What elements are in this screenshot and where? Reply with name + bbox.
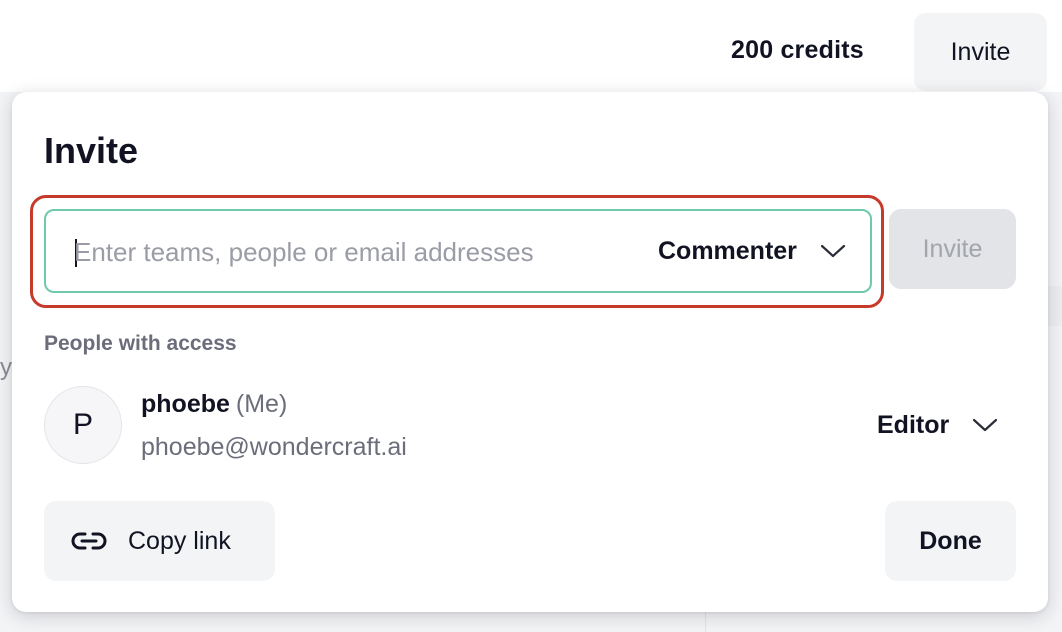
header-invite-button[interactable]: Invite xyxy=(914,13,1047,91)
copy-link-button[interactable]: Copy link xyxy=(44,501,275,581)
person-role-select[interactable]: Editor xyxy=(877,408,999,442)
chevron-down-icon xyxy=(973,418,998,432)
top-header: 200 credits Invite xyxy=(0,0,1062,92)
person-me-tag: (Me) xyxy=(235,390,288,418)
invite-role-select[interactable]: Commenter xyxy=(658,231,847,271)
invite-search-input[interactable] xyxy=(74,227,614,277)
background-divider xyxy=(705,612,706,632)
person-name: phoebe xyxy=(141,390,230,418)
person-role-selected: Editor xyxy=(877,410,950,439)
done-button[interactable]: Done xyxy=(885,501,1016,581)
app-page: 200 credits Invite y Invite Commenter In… xyxy=(0,0,1062,632)
copy-link-label: Copy link xyxy=(128,526,231,555)
avatar: P xyxy=(44,386,122,464)
invite-modal: Invite Commenter Invite People with acce… xyxy=(12,92,1048,612)
link-icon xyxy=(71,532,107,550)
background-panel-edge xyxy=(1048,286,1062,326)
background-text-fragment: y xyxy=(0,354,12,381)
chevron-down-icon xyxy=(820,244,846,258)
credits-balance: 200 credits xyxy=(731,36,864,64)
send-invite-button[interactable]: Invite xyxy=(889,209,1016,289)
modal-title: Invite xyxy=(44,130,139,171)
person-name-line: phoebe (Me) xyxy=(141,390,287,419)
invite-role-selected: Commenter xyxy=(658,236,797,265)
person-email: phoebe@wondercraft.ai xyxy=(141,433,407,461)
invite-input-box[interactable]: Commenter xyxy=(44,209,872,293)
people-with-access-label: People with access xyxy=(44,332,237,355)
